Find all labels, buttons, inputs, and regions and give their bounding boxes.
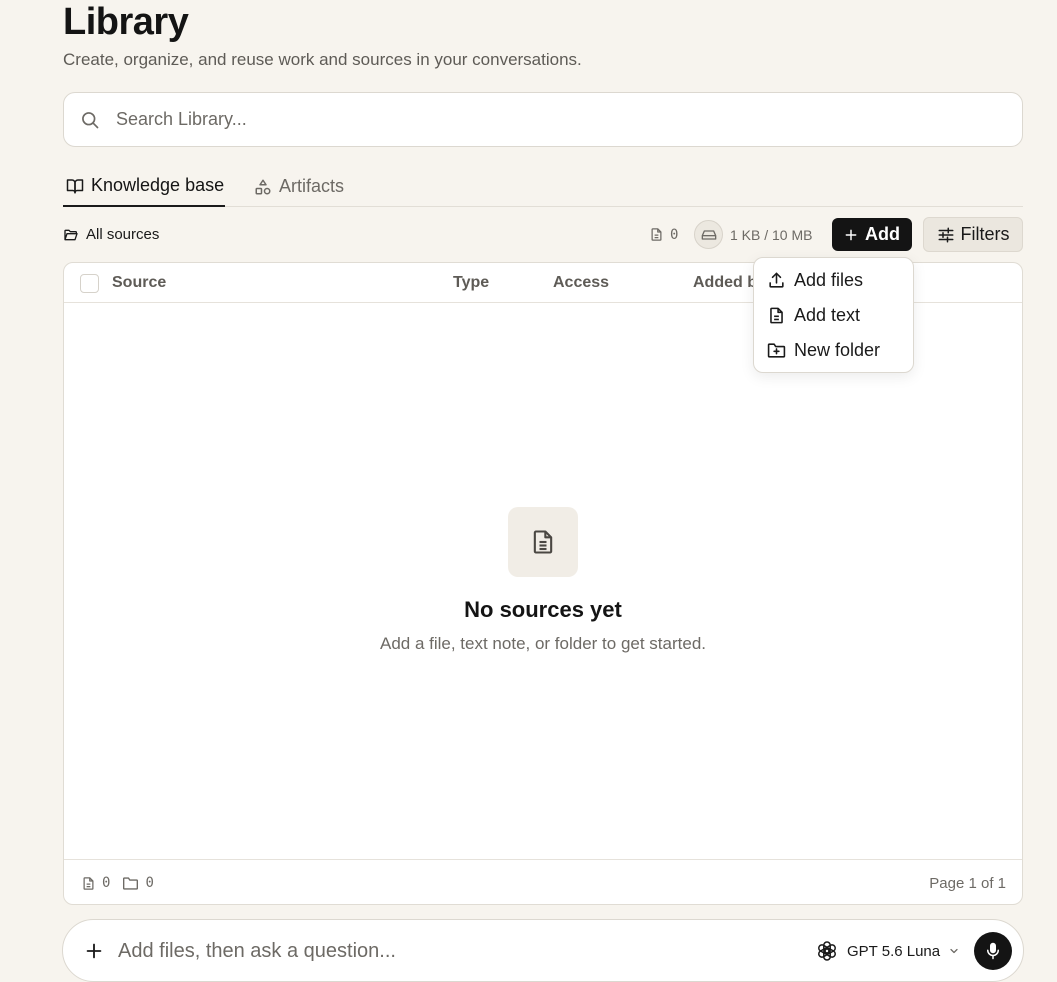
file-icon <box>81 876 102 891</box>
menu-item-label: Add text <box>794 305 861 325</box>
upload-icon <box>754 271 794 290</box>
menu-item-new-folder[interactable]: New folder <box>754 333 913 368</box>
folder-plus-icon <box>754 341 794 360</box>
column-header-access[interactable]: Access <box>553 263 609 303</box>
sliders-icon <box>937 226 961 244</box>
file-count-value: 0 <box>670 226 679 243</box>
file-count: 0 <box>649 217 678 252</box>
book-open-icon <box>63 177 91 195</box>
document-icon <box>529 528 557 556</box>
add-dropdown-menu: Add files Add text New folder <box>753 257 914 373</box>
microphone-icon <box>984 942 1002 960</box>
empty-state-icon-box <box>508 507 578 577</box>
composer-input[interactable] <box>118 930 798 972</box>
select-all-checkbox[interactable] <box>80 274 99 293</box>
menu-item-add-text[interactable]: Add text <box>754 298 913 333</box>
add-button-label: Add <box>865 224 900 244</box>
folder-icon <box>122 876 145 891</box>
storage-usage: 1 KB / 10 MB <box>730 226 813 243</box>
model-name: GPT 5.6 Luna <box>847 942 941 960</box>
filters-button-label: Filters <box>960 224 1010 244</box>
footer-counts: 0 0 <box>81 860 154 906</box>
tab-label: Artifacts <box>279 176 345 196</box>
storage-indicator <box>694 220 723 249</box>
library-toolbar: All sources 0 1 KB / 10 MB Add Filters <box>63 217 1023 252</box>
tab-artifacts[interactable]: Artifacts <box>251 166 344 207</box>
microphone-button[interactable] <box>974 932 1012 970</box>
model-selector[interactable]: GPT 5.6 Luna <box>815 937 960 965</box>
search-input[interactable] <box>116 93 1022 146</box>
empty-state-subtitle: Add a file, text note, or folder to get … <box>379 634 707 653</box>
openai-logo-icon <box>815 939 839 963</box>
filters-button[interactable]: Filters <box>923 217 1023 252</box>
tab-label: Knowledge base <box>91 175 225 195</box>
breadcrumb-label: All sources <box>86 226 160 243</box>
column-header-source[interactable]: Source <box>112 263 166 303</box>
empty-state-title: No sources yet <box>464 597 622 622</box>
file-icon <box>649 227 670 242</box>
library-tabs: Knowledge base Artifacts <box>63 166 1023 207</box>
menu-item-label: Add files <box>794 270 864 290</box>
menu-item-label: New folder <box>794 340 881 360</box>
page-title: Library <box>63 1 189 43</box>
footer-folder-count: 0 <box>145 875 154 891</box>
attach-plus-icon[interactable] <box>83 940 105 962</box>
search-box[interactable] <box>63 92 1023 147</box>
hard-drive-icon <box>701 227 717 243</box>
chat-composer: GPT 5.6 Luna <box>62 919 1024 982</box>
menu-item-add-files[interactable]: Add files <box>754 263 913 298</box>
column-header-type[interactable]: Type <box>453 263 489 303</box>
breadcrumb[interactable]: All sources <box>63 217 159 252</box>
shapes-icon <box>251 178 279 196</box>
chevron-down-icon <box>948 945 960 957</box>
footer-file-count: 0 <box>102 875 111 891</box>
folder-open-icon <box>63 227 86 243</box>
table-footer: 0 0 Page 1 of 1 <box>64 859 1022 905</box>
file-text-icon <box>754 306 794 325</box>
plus-icon <box>844 228 865 242</box>
column-header-added-by[interactable]: Added b <box>693 263 757 303</box>
tab-knowledge-base[interactable]: Knowledge base <box>63 166 225 207</box>
search-icon <box>80 110 100 130</box>
add-button[interactable]: Add <box>832 218 912 251</box>
page-indicator: Page 1 of 1 <box>929 874 1006 892</box>
page-subtitle: Create, organize, and reuse work and sou… <box>63 50 582 69</box>
